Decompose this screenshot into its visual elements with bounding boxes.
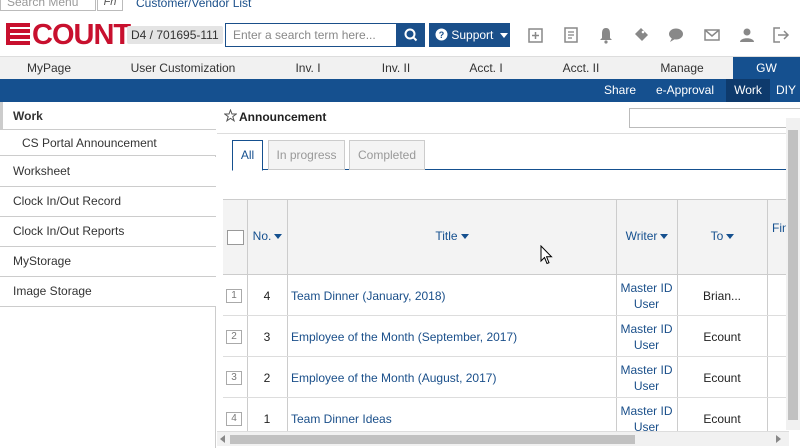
- announcement-table: No. Title Writer To Fin 1 4 Team Dinner …: [223, 199, 795, 437]
- main-menu-acct-2[interactable]: Acct. II: [528, 57, 634, 79]
- help-circle-icon: ?: [435, 28, 448, 41]
- tab-bar: All In progress Completed: [232, 139, 800, 171]
- cell-writer[interactable]: Master ID User: [616, 316, 677, 357]
- horizontal-scroll-thumb[interactable]: [230, 435, 635, 444]
- main-menu-gw[interactable]: GW: [733, 57, 800, 79]
- sidebar-item-image-storage[interactable]: Image Storage: [0, 277, 216, 307]
- sidebar-item-cs-portal-announcement[interactable]: CS Portal Announcement: [0, 130, 216, 156]
- table-row[interactable]: 2 3 Employee of the Month (September, 20…: [223, 316, 795, 357]
- horizontal-scrollbar[interactable]: [217, 431, 789, 446]
- customer-vendor-link[interactable]: Customer/Vendor List: [136, 0, 251, 10]
- tab-in-progress[interactable]: In progress: [268, 140, 345, 170]
- cell-no: 4: [263, 288, 271, 303]
- ecount-logo[interactable]: COUNT: [6, 19, 131, 51]
- cell-title-link[interactable]: Employee of the Month (September, 2017): [291, 316, 611, 357]
- top-strip: Search Menu Fn Customer/Vendor List: [0, 0, 800, 11]
- select-all-checkbox[interactable]: [227, 230, 244, 245]
- search-button[interactable]: [397, 23, 425, 47]
- cell-title-link[interactable]: Employee of the Month (August, 2017): [291, 357, 611, 398]
- sub-menu: Share e-Approval Work DIY: [0, 79, 800, 102]
- scroll-left-icon[interactable]: [220, 435, 225, 443]
- fn-button[interactable]: Fn: [97, 0, 123, 11]
- star-icon[interactable]: [224, 109, 237, 122]
- sub-menu-e-approval[interactable]: e-Approval: [645, 79, 725, 102]
- tab-all[interactable]: All: [232, 140, 263, 171]
- content-search-input[interactable]: [629, 108, 800, 128]
- row-number: 1: [226, 288, 242, 303]
- support-button[interactable]: ? Support: [429, 23, 510, 47]
- header-to[interactable]: To: [677, 200, 767, 275]
- user-icon[interactable]: [738, 26, 756, 44]
- sub-menu-diy[interactable]: DIY: [776, 79, 800, 102]
- tab-completed[interactable]: Completed: [349, 140, 425, 170]
- cell-no: 3: [263, 329, 271, 344]
- header-select-all: [223, 200, 247, 275]
- svg-text:?: ?: [439, 30, 445, 40]
- main-menu-manage[interactable]: Manage: [634, 57, 730, 79]
- sidebar-item-clock-in-out-reports[interactable]: Clock In/Out Reports: [0, 217, 216, 247]
- cell-to: Ecount: [703, 329, 741, 344]
- cell-no: 2: [263, 370, 271, 385]
- global-search-input[interactable]: Enter a search term here...: [225, 23, 397, 47]
- row-number: 3: [226, 370, 242, 385]
- bell-icon[interactable]: [597, 26, 615, 44]
- search-menu-input[interactable]: Search Menu: [0, 0, 96, 11]
- mail-icon[interactable]: [703, 26, 721, 44]
- page-title: Announcement: [239, 110, 327, 124]
- table-row[interactable]: 1 4 Team Dinner (January, 2018) Master I…: [223, 275, 795, 316]
- chevron-down-icon: [499, 33, 508, 39]
- sub-menu-share[interactable]: Share: [596, 79, 644, 102]
- vertical-scroll-thumb[interactable]: [788, 130, 798, 420]
- sidebar-item-mystorage[interactable]: MyStorage: [0, 247, 216, 277]
- header-title[interactable]: Title: [287, 200, 616, 275]
- main-menu-inv-1[interactable]: Inv. I: [268, 57, 348, 79]
- left-sidebar: Work CS Portal Announcement Worksheet Cl…: [0, 102, 216, 448]
- sort-caret-icon: [726, 234, 735, 240]
- row-number: 2: [226, 329, 242, 344]
- sidebar-item-worksheet[interactable]: Worksheet: [0, 157, 216, 187]
- cell-writer[interactable]: Master ID User: [616, 275, 677, 316]
- sort-caret-icon: [460, 234, 469, 240]
- divider: [217, 133, 800, 134]
- main-menu-inv-2[interactable]: Inv. II: [348, 57, 444, 79]
- chat-icon[interactable]: [667, 26, 685, 44]
- logo-text: COUNT: [32, 19, 131, 51]
- main-menu-mypage[interactable]: MyPage: [0, 57, 98, 79]
- search-icon: [404, 28, 418, 42]
- header-writer[interactable]: Writer: [616, 200, 677, 275]
- ticket-icon[interactable]: [632, 26, 650, 44]
- sort-caret-icon: [274, 234, 283, 240]
- new-window-icon[interactable]: [527, 26, 545, 44]
- support-label: Support: [451, 28, 494, 42]
- content-area: Announcement All In progress Completed N…: [217, 102, 800, 448]
- logo-e-mark: [6, 23, 30, 47]
- document-icon[interactable]: [562, 26, 580, 44]
- sidebar-item-clock-in-out-record[interactable]: Clock In/Out Record: [0, 187, 216, 217]
- row-number: 4: [226, 411, 242, 426]
- cell-to: Ecount: [703, 370, 741, 385]
- company-code-badge: D4 / 701695-111: [127, 26, 223, 44]
- header-no[interactable]: No.: [247, 200, 287, 275]
- scroll-right-icon[interactable]: [776, 435, 781, 443]
- cell-to: Brian...: [702, 288, 741, 303]
- sidebar-section-work[interactable]: Work: [0, 102, 216, 130]
- table-row[interactable]: 3 2 Employee of the Month (August, 2017)…: [223, 357, 795, 398]
- cell-writer[interactable]: Master ID User: [616, 357, 677, 398]
- sort-caret-icon: [660, 234, 669, 240]
- main-menu-user-customization[interactable]: User Customization: [98, 57, 268, 79]
- vertical-scrollbar[interactable]: [786, 118, 800, 430]
- logout-icon[interactable]: [772, 26, 790, 44]
- main-menu: MyPage User Customization Inv. I Inv. II…: [0, 56, 800, 79]
- main-menu-acct-1[interactable]: Acct. I: [444, 57, 528, 79]
- cell-title-link[interactable]: Team Dinner (January, 2018): [291, 275, 611, 316]
- mouse-cursor-icon: [540, 245, 553, 265]
- sub-menu-work[interactable]: Work: [726, 79, 770, 102]
